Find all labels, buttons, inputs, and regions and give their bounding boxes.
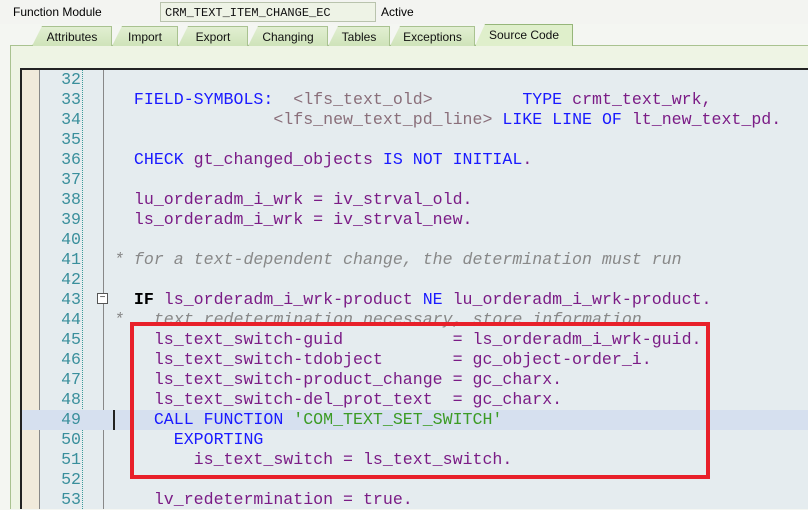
code-text: ls_orderadm_i_wrk = iv_strval_new.: [114, 210, 473, 230]
code-line[interactable]: 38 lu_orderadm_i_wrk = iv_strval_old.: [22, 190, 808, 210]
code-token: TYPE: [522, 90, 563, 109]
code-line[interactable]: 41 * for a text-dependent change, the det…: [22, 250, 808, 270]
code-token: gt_changed_objects: [183, 150, 383, 169]
line-number: 49: [61, 410, 81, 429]
tab-bar: Attributes Import Export Changing Tables…: [0, 24, 808, 46]
tab-tables[interactable]: Tables: [328, 26, 390, 46]
code-line[interactable]: 34 <lfs_new_text_pd_line> LIKE LINE OF l…: [22, 110, 808, 130]
line-number: 33: [61, 90, 81, 109]
code-token: ls_orderadm_i_wrk-product: [153, 290, 423, 309]
code-line[interactable]: 40: [22, 230, 808, 250]
function-module-field[interactable]: CRM_TEXT_ITEM_CHANGE_EC: [160, 2, 376, 22]
line-number: 42: [61, 270, 81, 289]
tab-exceptions[interactable]: Exceptions: [390, 26, 475, 46]
code-token: lt_new_text_pd.: [621, 110, 782, 129]
code-line[interactable]: 42: [22, 270, 808, 290]
collapse-block-icon[interactable]: −: [97, 293, 108, 304]
code-token: LIKE LINE OF: [502, 110, 622, 129]
code-text: IF ls_orderadm_i_wrk-product NE lu_order…: [114, 290, 712, 310]
code-text: lv_redetermination = true.: [114, 490, 413, 510]
code-token: crmt_text_wrk,: [562, 90, 712, 109]
line-number: 35: [61, 130, 81, 149]
code-token: * for a text-dependent change, the deter…: [114, 250, 682, 269]
tab-changing[interactable]: Changing: [248, 26, 328, 46]
header-bar: Function Module CRM_TEXT_ITEM_CHANGE_EC …: [0, 0, 808, 24]
line-number: 43: [61, 290, 81, 309]
line-number: 48: [61, 390, 81, 409]
line-number: 38: [61, 190, 81, 209]
line-number: 37: [61, 170, 81, 189]
code-token: IF: [133, 290, 154, 309]
line-number: 45: [61, 330, 81, 349]
tab-attributes[interactable]: Attributes: [32, 26, 112, 46]
highlight-box: [130, 322, 710, 479]
code-token: ls_orderadm_i_wrk = iv_strval_new.: [114, 210, 473, 229]
tab-import[interactable]: Import: [112, 26, 178, 46]
code-line[interactable]: 35: [22, 130, 808, 150]
function-module-label: Function Module: [13, 5, 102, 19]
code-text: CHECK gt_changed_objects IS NOT INITIAL.: [114, 150, 532, 170]
code-token: lv_redetermination = true.: [114, 490, 413, 509]
line-number: 52: [61, 470, 81, 489]
line-number: 36: [61, 150, 81, 169]
line-number: 51: [61, 450, 81, 469]
line-number: 47: [61, 370, 81, 389]
code-text: <lfs_new_text_pd_line> LIKE LINE OF lt_n…: [114, 110, 781, 130]
line-number: 41: [61, 250, 81, 269]
code-line[interactable]: 36 CHECK gt_changed_objects IS NOT INITI…: [22, 150, 808, 170]
code-token: <lfs_new_text_pd_line>: [273, 110, 493, 129]
code-token: .: [522, 150, 533, 169]
code-text: lu_orderadm_i_wrk = iv_strval_old.: [114, 190, 473, 210]
line-number: 44: [61, 310, 81, 329]
code-token: NE: [422, 290, 443, 309]
text-cursor: [113, 410, 115, 430]
code-line[interactable]: 33 FIELD-SYMBOLS: <lfs_text_old> TYPE cr…: [22, 90, 808, 110]
line-number: 32: [61, 70, 81, 89]
code-token: lu_orderadm_i_wrk-product.: [442, 290, 712, 309]
status-text: Active: [381, 5, 414, 19]
line-number: 46: [61, 350, 81, 369]
line-number: 53: [61, 490, 81, 509]
code-line[interactable]: 32: [22, 70, 808, 90]
code-token: FIELD-SYMBOLS:: [133, 90, 274, 109]
code-token: IS NOT INITIAL: [382, 150, 523, 169]
code-line[interactable]: 37: [22, 170, 808, 190]
code-token: lu_orderadm_i_wrk = iv_strval_old.: [114, 190, 473, 209]
code-text: * for a text-dependent change, the deter…: [114, 250, 682, 270]
tab-source-code[interactable]: Source Code: [475, 24, 573, 46]
tab-export[interactable]: Export: [178, 26, 248, 46]
line-number: 34: [61, 110, 81, 129]
line-number: 40: [61, 230, 81, 249]
code-line[interactable]: 43 IF ls_orderadm_i_wrk-product NE lu_or…: [22, 290, 808, 310]
code-line[interactable]: 53 lv_redetermination = true.: [22, 490, 808, 510]
code-line[interactable]: 39 ls_orderadm_i_wrk = iv_strval_new.: [22, 210, 808, 230]
code-token: <lfs_text_old>: [293, 90, 433, 109]
line-number: 50: [61, 430, 81, 449]
code-text: FIELD-SYMBOLS: <lfs_text_old> TYPE crmt_…: [114, 90, 712, 110]
code-token: CHECK: [133, 150, 184, 169]
line-number: 39: [61, 210, 81, 229]
